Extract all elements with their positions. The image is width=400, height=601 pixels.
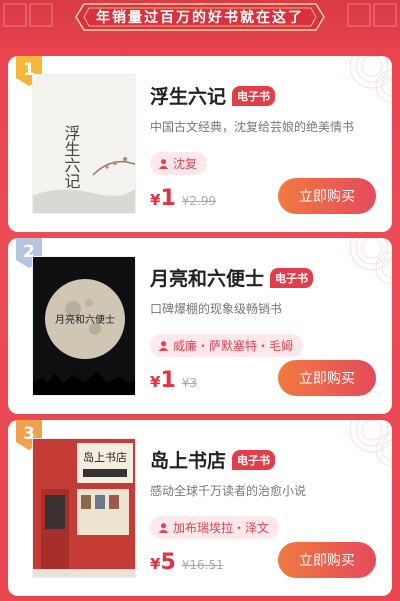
book-title[interactable]: 岛上书店 — [150, 446, 226, 473]
author-chip: 沈复 — [150, 152, 208, 175]
book-cover[interactable]: 岛上书店 — [32, 438, 136, 578]
window-pattern-right — [347, 3, 397, 27]
price-row: ¥ 5 ¥16.51 — [150, 550, 224, 575]
book-card[interactable]: 1 浮生六记 浮生六记 电子书 中国古文经典，沈复给芸娘的绝美情书 沈复 ¥ 1 — [8, 56, 392, 232]
currency-symbol: ¥ — [150, 191, 161, 209]
person-icon — [158, 159, 169, 169]
cover-title: 月亮和六便士 — [55, 313, 115, 326]
cover-art-bookstore: 岛上书店 — [33, 439, 135, 577]
cover-art-plum-blossom: 浮生六记 — [33, 75, 135, 213]
currency-symbol: ¥ — [150, 555, 161, 573]
book-title[interactable]: 月亮和六便士 — [150, 264, 264, 291]
book-description: 感动全球千万读者的治愈小说 — [150, 484, 307, 498]
buy-now-button[interactable]: 立即购买 — [278, 542, 376, 578]
window-pattern-left — [3, 3, 53, 27]
original-price: ¥16.51 — [181, 558, 224, 572]
original-price: ¥3 — [181, 376, 198, 390]
banner-title: 年销量过百万的好书就在这了 — [96, 10, 304, 26]
book-description: 中国古文经典，沈复给芸娘的绝美情书 — [150, 120, 355, 134]
sale-price: 5 — [160, 550, 176, 575]
cover-title: 岛上书店 — [83, 450, 127, 464]
ebook-tag: 电子书 — [270, 267, 314, 288]
price-row: ¥ 1 ¥2.99 — [150, 186, 216, 211]
book-cover[interactable]: 月亮和六便士 — [32, 256, 136, 396]
book-card[interactable]: 2 月亮和六便士 月亮和六便士 电子书 口碑爆棚的现象级畅销书 威廉・萨默塞特・… — [8, 238, 392, 414]
banner: 年销量过百万的好书就在这了 — [74, 2, 326, 32]
person-icon — [158, 523, 169, 533]
buy-now-button[interactable]: 立即购买 — [278, 360, 376, 396]
book-title[interactable]: 浮生六记 — [150, 82, 226, 109]
cover-title: 浮生六记 — [62, 125, 81, 189]
sale-price: 1 — [160, 186, 176, 211]
original-price: ¥2.99 — [181, 194, 217, 208]
buy-now-button[interactable]: 立即购买 — [278, 178, 376, 214]
ebook-tag: 电子书 — [232, 449, 276, 470]
price-row: ¥ 1 ¥3 — [150, 368, 197, 393]
sale-price: 1 — [160, 368, 176, 393]
author-chip: 威廉・萨默塞特・毛姆 — [150, 334, 304, 357]
book-description: 口碑爆棚的现象级畅销书 — [150, 302, 283, 316]
author-name: 沈复 — [173, 157, 198, 171]
cover-art-moon: 月亮和六便士 — [33, 257, 135, 395]
author-name: 加布瑞埃拉・泽文 — [173, 521, 270, 535]
currency-symbol: ¥ — [150, 373, 161, 391]
person-icon — [158, 341, 169, 351]
author-chip: 加布瑞埃拉・泽文 — [150, 516, 280, 539]
book-card[interactable]: 3 岛上书店 岛上书店 电子书 感动全球千万读者的治愈小说 加布瑞埃拉・泽文 ¥… — [8, 420, 392, 596]
author-name: 威廉・萨默塞特・毛姆 — [173, 339, 294, 353]
book-cover[interactable]: 浮生六记 — [32, 74, 136, 214]
ebook-tag: 电子书 — [232, 85, 276, 106]
